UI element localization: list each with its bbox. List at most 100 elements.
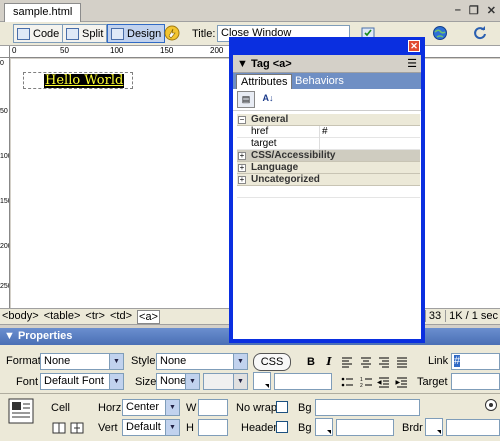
css-button[interactable]: CSS xyxy=(253,353,291,371)
tag-inspector-titlebar[interactable]: ✕ xyxy=(231,39,423,53)
align-left-icon[interactable] xyxy=(340,355,354,369)
sort-az-icon[interactable]: A↓ xyxy=(259,91,277,108)
empty-attribute-row[interactable] xyxy=(237,186,420,198)
width-label: W xyxy=(186,402,197,414)
size-select[interactable]: None ▼ xyxy=(156,373,200,390)
category-language[interactable]: + Language xyxy=(237,162,420,174)
italic-button[interactable]: I xyxy=(322,355,336,369)
merge-cells-icon[interactable] xyxy=(52,422,66,434)
align-center-icon[interactable] xyxy=(359,355,373,369)
design-view-button[interactable]: Design xyxy=(107,24,166,43)
tag-td[interactable]: <td> xyxy=(110,310,132,324)
tag-inspector-header[interactable]: ▼ Tag <a> ☰ xyxy=(233,55,421,73)
header-checkbox[interactable] xyxy=(276,421,288,433)
chevron-down-icon: ▼ xyxy=(109,354,123,369)
indent-icon[interactable] xyxy=(395,375,409,389)
tab-behaviors[interactable]: Behaviors xyxy=(291,74,348,89)
width-input[interactable] xyxy=(198,399,228,416)
ruler-mark: 50 xyxy=(0,108,8,115)
bg-color-label: Bg xyxy=(298,422,312,434)
document-tab[interactable]: sample.html xyxy=(4,3,82,22)
align-right-icon[interactable] xyxy=(377,355,391,369)
tag-a[interactable]: <a> xyxy=(137,310,160,324)
tag-inspector-title: Tag <a> xyxy=(250,58,292,70)
nowrap-label: No wrap xyxy=(236,402,277,414)
style-select[interactable]: None ▼ xyxy=(156,353,248,370)
refresh-icon[interactable] xyxy=(472,25,488,41)
tag-selector: <body> <table> <tr> <td> <a> xyxy=(2,310,160,324)
size-unit-select: ▼ xyxy=(203,373,248,390)
vertical-ruler: 0 50 100 150 200 250 xyxy=(0,58,10,308)
bg-label: Bg xyxy=(298,402,312,414)
font-value: Default Font xyxy=(44,375,104,387)
category-label: Language xyxy=(251,162,299,173)
attribute-row[interactable]: href # xyxy=(237,126,420,138)
code-view-button[interactable]: Code xyxy=(13,24,64,43)
unordered-list-icon[interactable] xyxy=(340,375,354,389)
bg-color-swatch[interactable] xyxy=(315,418,333,436)
tag-table[interactable]: <table> xyxy=(44,310,81,324)
outdent-icon[interactable] xyxy=(377,375,391,389)
properties-title: Properties xyxy=(17,330,73,342)
close-icon[interactable]: ✕ xyxy=(487,4,496,17)
format-label: Format xyxy=(6,355,41,367)
ruler-mark: 0 xyxy=(12,46,17,55)
ruler-mark: 200 xyxy=(210,46,224,55)
hello-world-link[interactable]: Hello World xyxy=(44,74,125,88)
horz-label: Horz xyxy=(98,402,122,414)
category-uncategorized[interactable]: + Uncategorized xyxy=(237,174,420,186)
text-color-swatch[interactable] xyxy=(253,372,271,390)
format-select[interactable]: None ▼ xyxy=(40,353,124,370)
text-color-input[interactable] xyxy=(274,373,332,390)
attributes-table: − General href # target + CSS/Accessibil… xyxy=(237,114,420,198)
attribute-value[interactable]: # xyxy=(319,126,420,138)
vert-label: Vert xyxy=(98,422,118,434)
globe-icon[interactable] xyxy=(432,25,448,41)
tab-attributes[interactable]: Attributes xyxy=(236,74,293,89)
help-icon[interactable] xyxy=(484,398,498,412)
tag-body[interactable]: <body> xyxy=(2,310,39,324)
font-select[interactable]: Default Font ▼ xyxy=(40,373,124,390)
category-css-accessibility[interactable]: + CSS/Accessibility xyxy=(237,150,420,162)
border-color-swatch[interactable] xyxy=(425,418,443,436)
expand-icon[interactable]: + xyxy=(238,176,246,184)
live-view-icon[interactable] xyxy=(164,25,180,41)
split-view-button[interactable]: Split xyxy=(62,24,108,43)
attribute-row[interactable]: target xyxy=(237,138,420,150)
tag-tr[interactable]: <tr> xyxy=(85,310,105,324)
bold-button[interactable]: B xyxy=(304,355,318,369)
collapse-icon[interactable]: − xyxy=(238,116,246,124)
zoom-level[interactable]: 33 xyxy=(424,310,441,322)
link-label: Link xyxy=(428,355,449,367)
bg-color-input[interactable] xyxy=(336,419,394,436)
chevron-down-icon: ▼ xyxy=(233,354,247,369)
horz-select[interactable]: Center ▼ xyxy=(122,399,180,416)
close-icon[interactable]: ✕ xyxy=(408,40,420,52)
ordered-list-icon[interactable]: 12 xyxy=(359,375,373,389)
align-justify-icon[interactable] xyxy=(395,355,409,369)
ruler-mark: 0 xyxy=(0,60,4,67)
attribute-value[interactable] xyxy=(319,138,420,150)
vert-select[interactable]: Default ▼ xyxy=(122,419,180,436)
height-input[interactable] xyxy=(198,419,228,436)
ruler-mark: 250 xyxy=(0,283,9,290)
split-cell-icon[interactable] xyxy=(70,422,84,434)
panel-options-icon[interactable]: ☰ xyxy=(407,57,417,70)
ruler-mark: 100 xyxy=(0,153,9,160)
category-general[interactable]: − General xyxy=(237,114,420,126)
expand-icon[interactable]: + xyxy=(238,164,246,172)
nowrap-checkbox[interactable] xyxy=(276,401,288,413)
border-color-input[interactable] xyxy=(446,419,500,436)
expand-icon[interactable]: + xyxy=(238,152,246,160)
link-input[interactable]: # xyxy=(451,353,500,370)
table-cell[interactable]: Hello World xyxy=(23,72,133,89)
tag-inspector-panel: ✕ ▼ Tag <a> ☰ Attributes Behaviors ▤ A↓ … xyxy=(229,37,425,343)
target-select[interactable] xyxy=(451,373,500,390)
restore-icon[interactable]: ❐ xyxy=(469,4,479,17)
bg-image-input[interactable] xyxy=(315,399,420,416)
properties-panel: Format None ▼ Style None ▼ CSS B I Link # … xyxy=(0,345,500,441)
category-label: Uncategorized xyxy=(251,174,320,185)
header-label: Header xyxy=(241,422,278,434)
minimize-icon[interactable]: – xyxy=(455,4,461,17)
category-view-icon[interactable]: ▤ xyxy=(237,91,255,108)
